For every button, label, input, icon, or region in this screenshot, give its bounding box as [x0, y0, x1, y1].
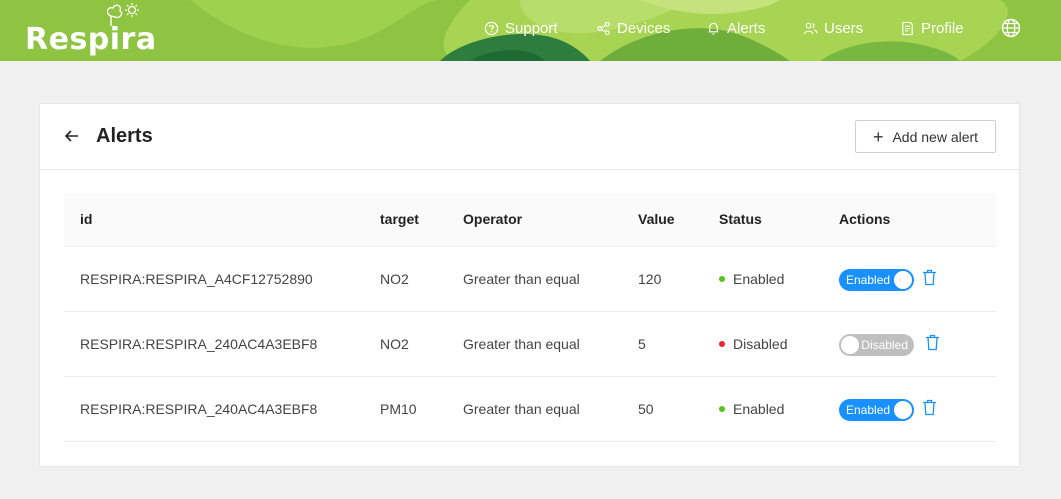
nav-users-label: Users: [824, 20, 864, 37]
delete-icon[interactable]: [922, 269, 937, 286]
cell-id: RESPIRA:RESPIRA_A4CF12752890: [80, 271, 313, 287]
toggle-label: Disabled: [861, 338, 908, 352]
enable-toggle[interactable]: Disabled: [839, 334, 914, 356]
status-dot-disabled: [719, 341, 725, 347]
add-alert-button[interactable]: + Add new alert: [855, 120, 996, 153]
column-header-operator[interactable]: Operator: [463, 211, 522, 227]
nav-profile-label: Profile: [921, 20, 964, 37]
column-header-actions: Actions: [839, 211, 891, 227]
cell-value: 5: [638, 336, 646, 352]
status-label: Disabled: [733, 336, 788, 352]
nav-devices-label: Devices: [617, 20, 671, 37]
cell-status: Enabled: [719, 401, 784, 417]
card-header: Alerts + Add new alert: [40, 104, 1019, 170]
nav-users[interactable]: Users: [803, 20, 863, 37]
respira-logo[interactable]: Respira: [25, 2, 156, 60]
nav-profile[interactable]: Profile: [900, 20, 964, 37]
status-label: Enabled: [733, 271, 785, 287]
cell-target: PM10: [380, 401, 417, 417]
alerts-table: id target Operator Value Status Actions …: [64, 193, 996, 442]
table-row: RESPIRA:RESPIRA_240AC4A3EBF8 NO2 Greater…: [64, 312, 996, 377]
toggle-label: Enabled: [846, 273, 891, 287]
add-alert-label: Add new alert: [892, 128, 979, 145]
cell-status: Disabled: [719, 336, 787, 352]
nav-alerts-label: Alerts: [727, 20, 766, 37]
bell-icon: [708, 22, 719, 35]
nav-support-label: Support: [505, 20, 558, 37]
enable-toggle[interactable]: Enabled: [839, 399, 914, 421]
cell-value: 50: [638, 401, 654, 417]
cell-id: RESPIRA:RESPIRA_240AC4A3EBF8: [80, 336, 318, 352]
cell-id: RESPIRA:RESPIRA_240AC4A3EBF8: [80, 401, 318, 417]
toggle-label: Enabled: [846, 403, 891, 417]
enable-toggle[interactable]: Enabled: [839, 269, 914, 291]
table-header: id target Operator Value Status Actions: [64, 193, 996, 247]
nav-alerts[interactable]: Alerts: [706, 20, 765, 37]
cell-value: 120: [638, 271, 662, 287]
status-dot-enabled: [719, 276, 725, 282]
table-row: RESPIRA:RESPIRA_240AC4A3EBF8 PM10 Greate…: [64, 377, 996, 442]
cell-target: NO2: [380, 271, 409, 287]
help-circle-icon: [484, 21, 499, 36]
back-arrow-icon[interactable]: [64, 127, 80, 145]
cell-operator: Greater than equal: [463, 401, 580, 417]
profile-icon: [902, 21, 913, 36]
cell-operator: Greater than equal: [463, 271, 580, 287]
column-header-id[interactable]: id: [80, 211, 92, 227]
nav-devices[interactable]: Devices: [596, 20, 670, 37]
nav-support[interactable]: Support: [484, 20, 558, 37]
status-label: Enabled: [733, 401, 785, 417]
page-title: Alerts: [96, 125, 153, 147]
column-header-status[interactable]: Status: [719, 211, 762, 227]
cell-target: NO2: [380, 336, 409, 352]
globe-icon[interactable]: [1001, 18, 1021, 38]
toggle-knob: [894, 271, 912, 289]
plus-icon: +: [872, 126, 884, 147]
column-header-target[interactable]: target: [380, 211, 419, 227]
status-dot-enabled: [719, 406, 725, 412]
delete-icon[interactable]: [925, 334, 940, 351]
tree-sun-icon: [107, 3, 139, 26]
cell-operator: Greater than equal: [463, 336, 580, 352]
alerts-card: Alerts + Add new alert id target Operato…: [39, 103, 1020, 467]
cell-status: Enabled: [719, 271, 784, 287]
toggle-knob: [894, 401, 912, 419]
users-icon: [803, 22, 818, 35]
delete-icon[interactable]: [922, 399, 937, 416]
table-row: RESPIRA:RESPIRA_A4CF12752890 NO2 Greater…: [64, 247, 996, 312]
column-header-value[interactable]: Value: [638, 211, 675, 227]
toggle-knob: [841, 336, 859, 354]
top-header: Respira Support Devices Alerts Users Pro…: [0, 0, 1061, 61]
share-nodes-icon: [597, 21, 610, 36]
